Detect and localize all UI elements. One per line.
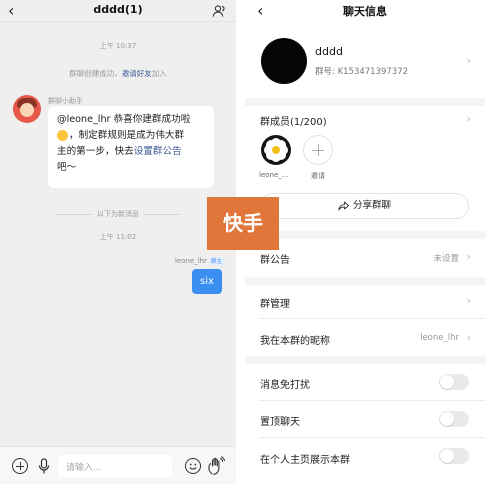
message-input[interactable]: 请输入...	[58, 455, 172, 477]
my-name: leone_lhr 群主	[174, 257, 224, 265]
chat-pane: ‹ dddd(1) 上午 10:37 群聊创建成功，邀请好友加入 群聊小助手 @…	[0, 0, 236, 484]
member-name: leone_...	[259, 171, 289, 179]
pin-label: 置顶聊天	[260, 417, 300, 428]
info-title: 聊天信息	[343, 5, 387, 18]
group-avatar[interactable]	[261, 38, 307, 84]
chevron-right-icon: ›	[466, 331, 471, 344]
group-members-icon[interactable]	[212, 4, 226, 18]
set-announcement-link[interactable]: 设置群公告	[134, 146, 182, 157]
chevron-right-icon: ›	[466, 294, 471, 307]
show-profile-label: 在个人主页展示本群	[260, 455, 350, 466]
group-name: dddd	[315, 45, 343, 58]
chat-title: dddd(1)	[93, 3, 143, 16]
message-timestamp: 上午 10:37	[99, 42, 137, 50]
system-message: 群聊创建成功，邀请好友加入	[69, 69, 167, 78]
microphone-icon[interactable]	[38, 458, 50, 475]
member-avatar[interactable]	[261, 135, 291, 165]
mute-label: 消息免打扰	[260, 380, 310, 391]
assistant-avatar[interactable]	[13, 95, 41, 123]
nickname-value: leone_lhr	[420, 333, 459, 343]
show-profile-toggle[interactable]	[439, 448, 469, 464]
nickname-label: 我在本群的昵称	[260, 336, 330, 347]
emoji-icon	[57, 129, 68, 141]
emoji-picker-icon[interactable]	[185, 458, 201, 474]
composer-bar: 请输入...	[0, 446, 236, 484]
chevron-right-icon: ›	[466, 250, 471, 263]
mute-toggle[interactable]	[439, 374, 469, 390]
unread-divider: 以下为新消息	[0, 209, 236, 219]
group-id: 群号: K153471397372	[315, 67, 409, 77]
kuaishou-watermark: 快手	[207, 197, 279, 250]
announcement-label: 群公告	[260, 255, 290, 266]
pin-toggle[interactable]	[439, 411, 469, 427]
sender-name: 群聊小助手	[48, 97, 83, 105]
message-timestamp: 上午 11:02	[99, 233, 137, 241]
chevron-right-icon: ›	[466, 112, 471, 125]
add-icon[interactable]	[12, 458, 28, 474]
info-header: ‹ 聊天信息	[245, 0, 485, 22]
invite-member-button[interactable]	[303, 135, 333, 165]
chat-header: ‹ dddd(1)	[0, 0, 236, 22]
owner-badge: 群主	[208, 257, 224, 265]
members-label: 群成员(1/200)	[260, 117, 327, 128]
invite-label: 邀请	[311, 172, 325, 180]
chat-info-pane: ‹ 聊天信息 dddd 群号: K153471397372 › 群成员(1/20…	[245, 0, 485, 484]
assistant-message-bubble: @leone_lhr 恭喜你建群成功啦 ，制定群规则是成为伟大群 主的第一步，快…	[48, 106, 214, 188]
announcement-value: 未设置	[433, 254, 459, 264]
share-icon	[338, 201, 349, 210]
chevron-right-icon: ›	[466, 54, 471, 67]
wave-hand-icon[interactable]	[207, 456, 225, 476]
management-label: 群管理	[260, 299, 290, 310]
share-group-button[interactable]: 分享群聊	[260, 193, 469, 219]
invite-friends-link[interactable]: 邀请好友	[122, 69, 152, 78]
my-message-bubble[interactable]: six	[192, 269, 222, 294]
